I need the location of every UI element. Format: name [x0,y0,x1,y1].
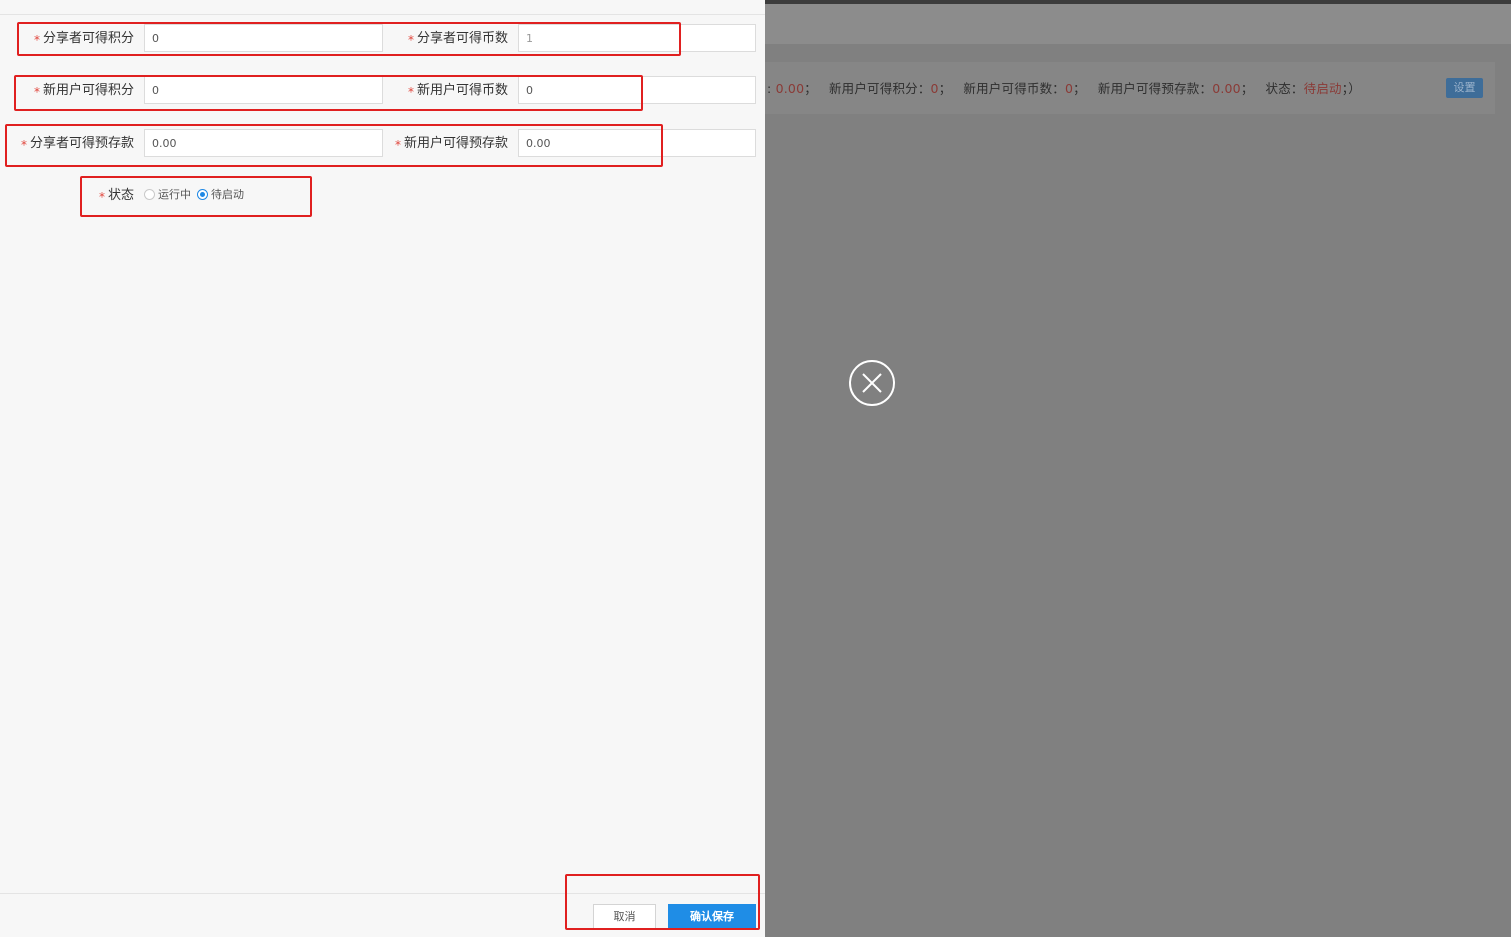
required-mark: * [33,85,40,99]
status-radio-group: 运行中 待启动 [144,185,250,203]
summary-label: 新用户可得预存款： [1097,81,1213,96]
summary-label: 新用户可得币数： [963,81,1066,96]
close-drawer-button[interactable] [849,360,895,406]
confirm-save-button[interactable]: 确认保存 [668,904,756,930]
new-user-deposit-label: * 新用户可得预存款 [394,136,508,152]
required-mark: * [394,138,401,152]
summary-label: 新用户可得积分： [828,81,931,96]
status-option-running[interactable]: 运行中 [144,186,191,202]
new-user-points-label: * 新用户可得积分 [33,83,134,99]
background-header-strip [765,4,1511,44]
sharer-deposit-label: * 分享者可得预存款 [20,136,134,152]
status-option-label: 待启动 [211,188,244,201]
settings-drawer: *分享者可得积分 *分享者可得币数 *新用户可得积分 *新用户可得币数 *分享者… [0,0,765,937]
close-circle-icon [862,373,882,393]
summary-separator: ； [1240,81,1254,96]
summary-separator: ； [938,81,952,96]
new-user-coins-label: * 新用户可得币数 [407,83,508,99]
sharer-coins-input[interactable] [518,24,756,52]
required-mark: * [98,190,105,204]
new-user-deposit-input[interactable] [518,129,756,157]
summary-value: 0 [1065,81,1074,96]
summary-value: 待启动 [1303,81,1342,96]
new-user-coins-input[interactable] [518,76,756,104]
cancel-button[interactable]: 取消 [593,904,656,930]
background-settings-summary: : 0.00； 新用户可得积分：0； 新用户可得币数：0； 新用户可得预存款：0.00… [767,80,1361,98]
new-user-points-input[interactable] [144,76,383,104]
summary-value: 0 [930,81,939,96]
summary-label: : [767,81,776,96]
required-mark: * [407,85,414,99]
sharer-points-input[interactable] [144,24,383,52]
required-mark: * [407,33,414,47]
summary-value: 0.00 [775,81,805,96]
required-mark: * [20,138,27,152]
summary-value: 0.00 [1212,81,1241,96]
sharer-points-label: * 分享者可得积分 [33,31,134,47]
required-mark: * [33,33,40,47]
summary-separator: ；） [1341,81,1361,96]
radio-checked-icon[interactable] [197,188,208,200]
summary-separator: ； [804,81,817,96]
radio-unchecked-icon[interactable] [144,188,155,200]
settings-button[interactable]: 设置 [1446,78,1483,98]
screen: : 0.00； 新用户可得积分：0； 新用户可得币数：0； 新用户可得预存款：0.00… [0,0,1511,937]
summary-separator: ； [1073,81,1086,96]
drawer-top-divider [0,14,765,15]
status-option-label: 运行中 [158,188,191,201]
sharer-coins-label: * 分享者可得币数 [407,31,508,47]
status-option-pending[interactable]: 待启动 [197,186,244,202]
footer-divider [0,893,765,894]
summary-label: 状态： [1265,81,1304,96]
sharer-deposit-input[interactable] [144,129,383,157]
status-label: * 状态 [98,188,134,204]
